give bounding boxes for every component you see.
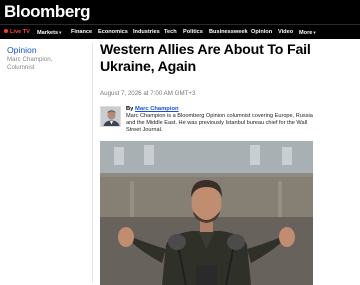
bloomberg-logo[interactable]: Bloomberg: [4, 1, 91, 23]
nav-item-video[interactable]: Video: [278, 25, 293, 40]
nav-item-industries[interactable]: Industries: [133, 25, 160, 40]
main-nav: Live TV Markets▾ Finance Economics Indus…: [0, 24, 360, 39]
nav-item-markets[interactable]: Markets▾: [37, 25, 61, 40]
column-divider: [92, 43, 93, 283]
author-bio-text: Marc Champion is a Bloomberg Opinion col…: [126, 113, 313, 133]
byline-prefix: By: [126, 106, 134, 112]
nav-item-more[interactable]: More▾: [299, 25, 316, 40]
nav-item-tech[interactable]: Tech: [164, 25, 177, 40]
section-link-opinion[interactable]: Opinion: [7, 45, 87, 56]
nav-item-economics[interactable]: Economics: [98, 25, 128, 40]
sidebar-author-name[interactable]: Marc Champion,: [7, 56, 87, 64]
sidebar-author-role: Columnist: [7, 64, 35, 71]
nav-item-businessweek[interactable]: Businessweek: [209, 25, 248, 40]
article-dateline: August 7, 2026 at 7:00 AM GMT+3: [100, 90, 196, 97]
nav-item-live-tv[interactable]: Live TV: [4, 25, 30, 40]
article-headline: Western Allies Are About To Fail Ukraine…: [100, 42, 311, 75]
byline-author-link[interactable]: Marc Champion: [135, 106, 178, 112]
byline: By Marc Champion: [126, 106, 179, 113]
nav-item-politics[interactable]: Politics: [183, 25, 203, 40]
chevron-down-icon: ▾: [59, 30, 62, 35]
author-photo[interactable]: [100, 106, 121, 127]
masthead: Bloomberg: [0, 0, 360, 24]
live-tv-label: Live TV: [10, 29, 30, 35]
article-hero-image: [100, 141, 313, 285]
nav-item-finance[interactable]: Finance: [71, 25, 92, 40]
article-sidebar: Opinion Marc Champion, Columnist: [7, 45, 87, 72]
nav-item-label: Markets: [37, 30, 59, 36]
live-dot-icon: [4, 29, 8, 33]
author-headshot-image: [101, 107, 120, 126]
author-bio: By Marc Champion Marc Champion is a Bloo…: [100, 106, 320, 134]
nav-item-label: More: [299, 30, 313, 36]
nav-item-opinion[interactable]: Opinion: [251, 25, 272, 40]
chevron-down-icon: ▾: [313, 30, 316, 35]
speaker-at-podium-image: [100, 141, 313, 285]
